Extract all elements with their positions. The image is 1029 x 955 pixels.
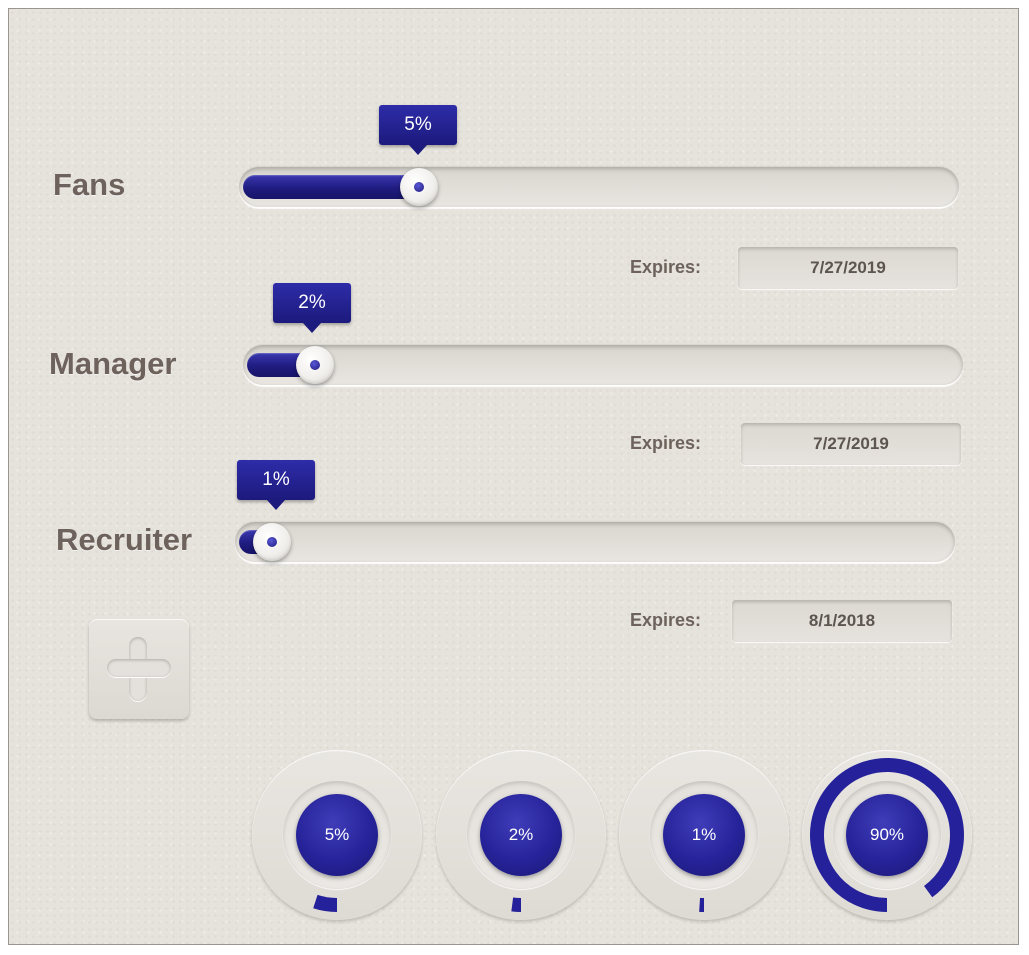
gauge-value: 5% <box>296 794 378 876</box>
progress-gauge: 2% <box>436 750 606 920</box>
gauge-value: 90% <box>846 794 928 876</box>
thumb-dot <box>414 182 424 192</box>
thumb-dot <box>267 537 277 547</box>
slider-track-recruiter[interactable] <box>235 522 955 562</box>
slider-value-tooltip-manager: 2% <box>273 283 351 323</box>
expires-field-fans[interactable]: 7/27/2019 <box>738 247 958 289</box>
slider-fill-fans <box>243 175 419 199</box>
slider-thumb-fans[interactable] <box>400 168 438 206</box>
thumb-dot <box>310 360 320 370</box>
gauge-arc <box>313 894 338 912</box>
slider-label-manager: Manager <box>49 346 177 381</box>
tooltip-arrow <box>409 145 427 155</box>
plus-icon-horizontal-bar <box>107 659 171 677</box>
expires-label-fans: Expires: <box>630 257 702 277</box>
add-button[interactable] <box>89 619 189 719</box>
tooltip-arrow <box>303 323 321 333</box>
expires-label-recruiter: Expires: <box>630 610 702 630</box>
gauge-value: 2% <box>480 794 562 876</box>
slider-thumb-manager[interactable] <box>296 346 334 384</box>
progress-gauge: 90% <box>802 750 972 920</box>
slider-label-recruiter: Recruiter <box>56 522 193 557</box>
gauge-value: 1% <box>663 794 745 876</box>
expires-label-manager: Expires: <box>630 433 702 453</box>
slider-label-fans: Fans <box>53 167 126 202</box>
slider-value-tooltip-recruiter: 1% <box>237 460 315 500</box>
slider-thumb-recruiter[interactable] <box>253 523 291 561</box>
expires-field-manager[interactable]: 7/27/2019 <box>741 423 961 465</box>
progress-gauge: 5% <box>252 750 422 920</box>
slider-track-manager[interactable] <box>243 345 963 385</box>
expires-field-recruiter[interactable]: 8/1/2018 <box>732 600 952 642</box>
gauge-arc <box>511 897 522 912</box>
slider-value-tooltip-fans: 5% <box>379 105 457 145</box>
slider-track-fans[interactable] <box>239 167 959 207</box>
permissions-panel: Fans 5% Expires: 7/27/2019 Manager 2% Ex… <box>8 8 1019 945</box>
progress-gauge: 1% <box>619 750 789 920</box>
tooltip-arrow <box>267 500 285 510</box>
